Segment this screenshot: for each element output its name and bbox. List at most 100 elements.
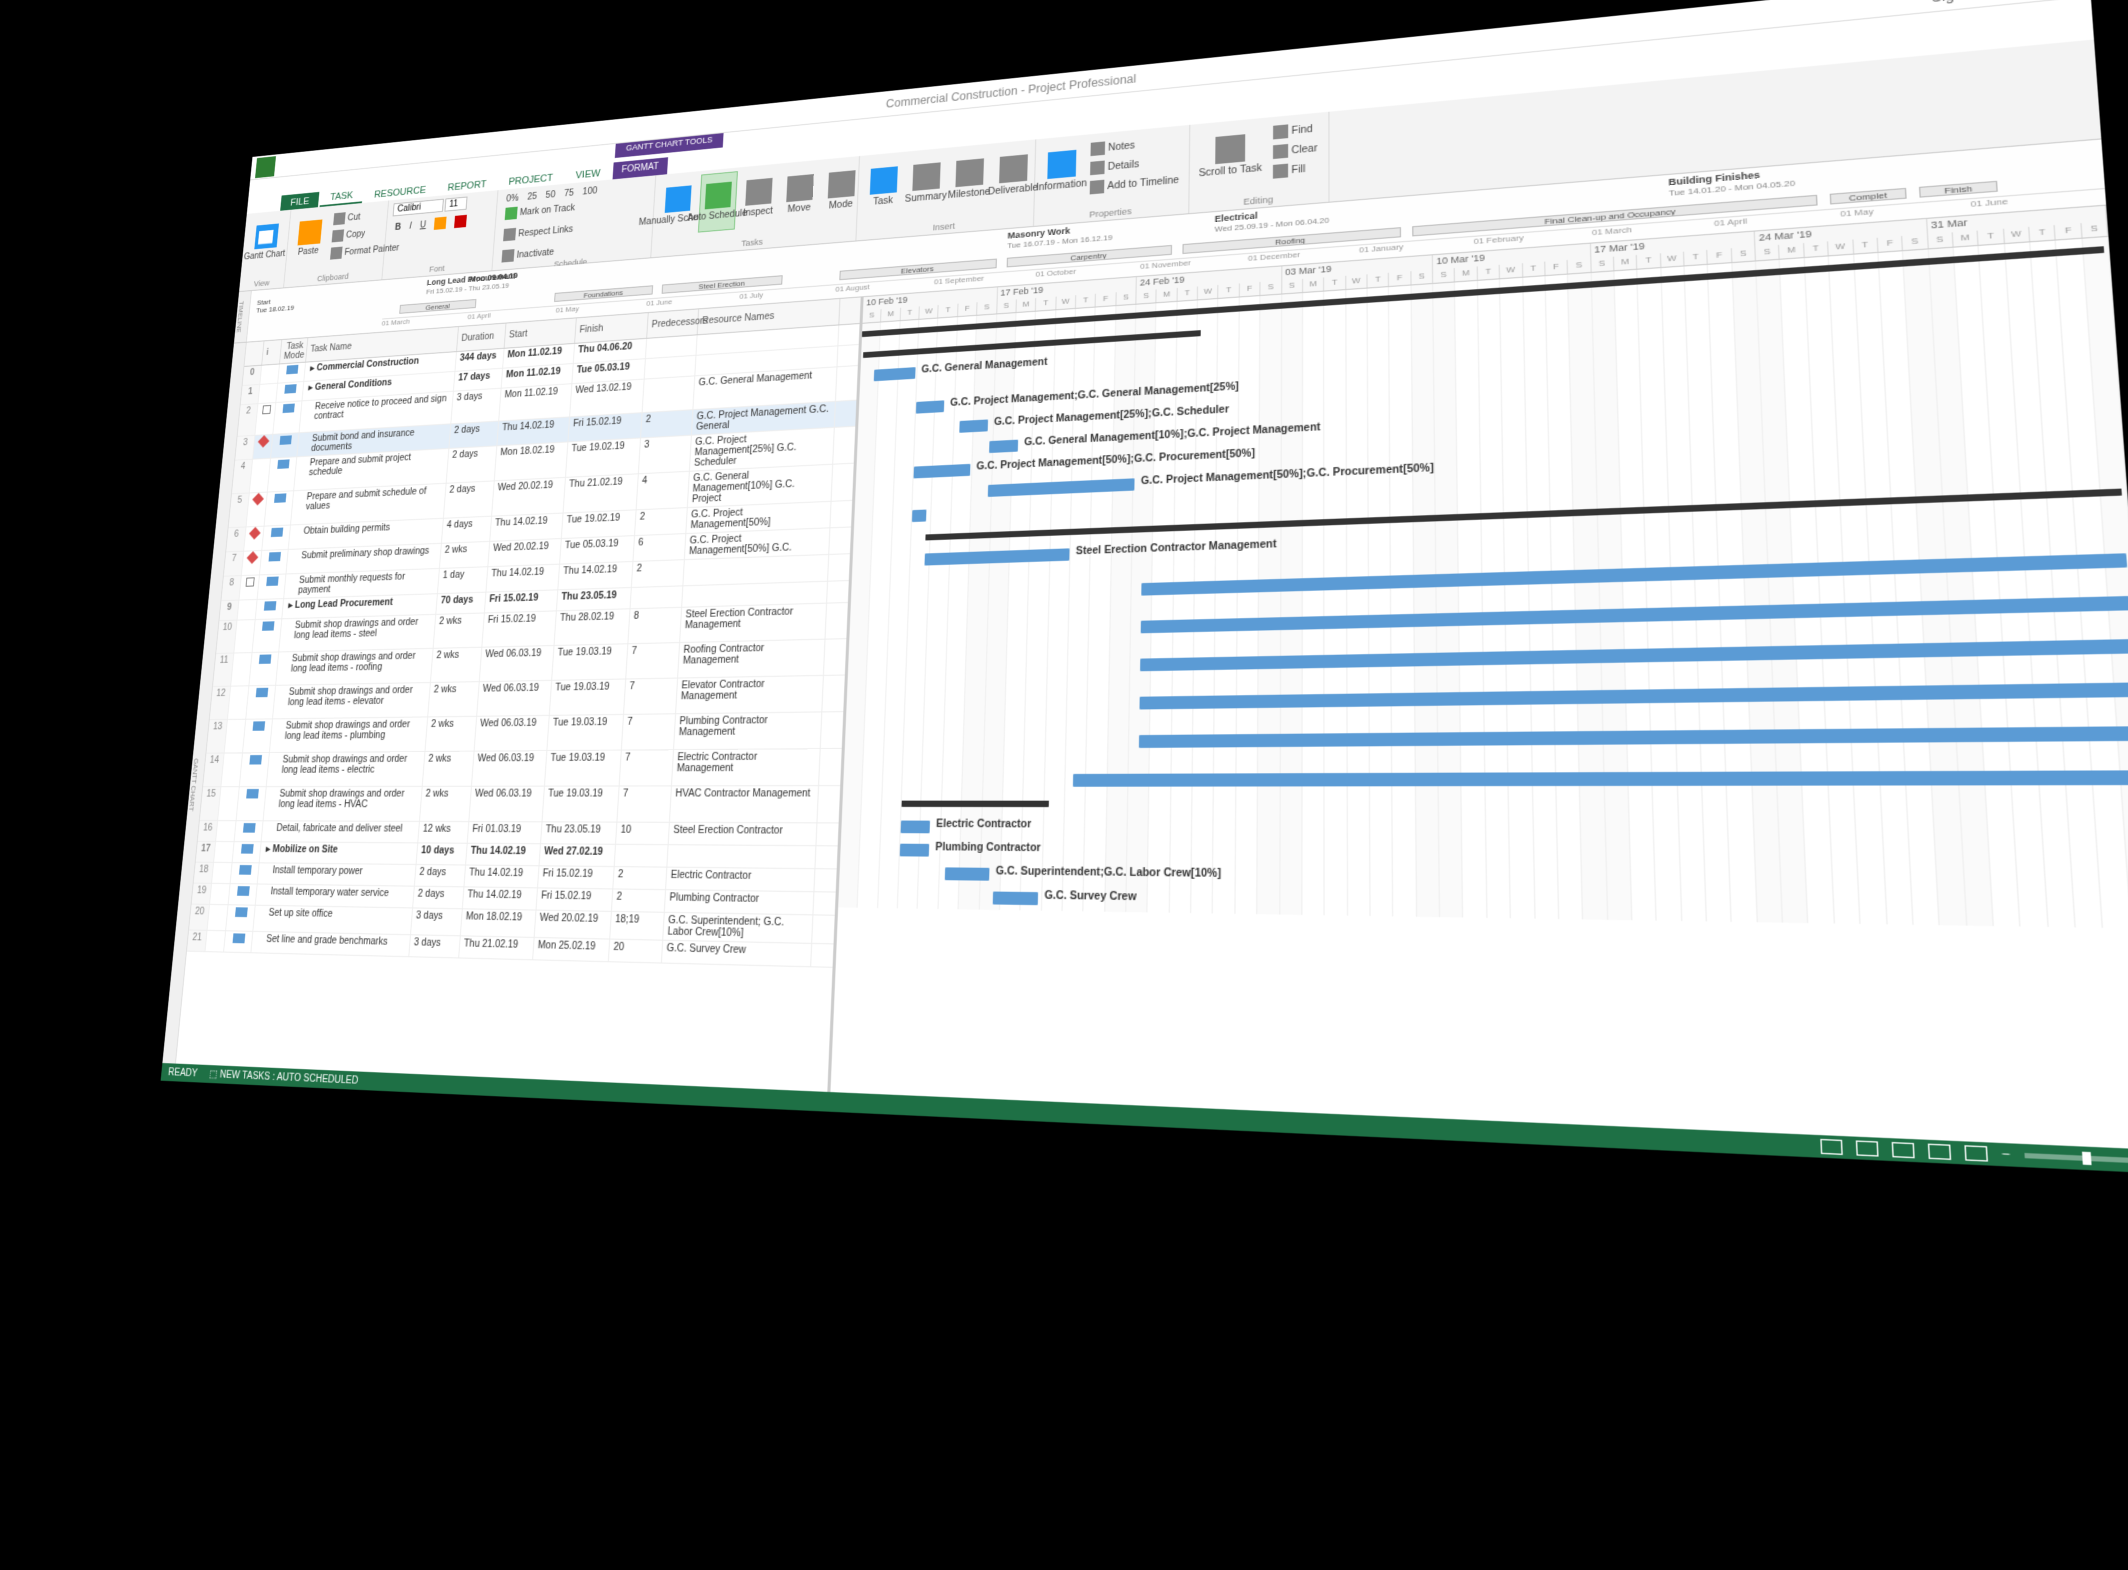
gantt-chart[interactable]: 10 Feb '1917 Feb '1924 Feb '1903 Mar '19… bbox=[830, 206, 2128, 1151]
gantt-row[interactable] bbox=[843, 764, 2128, 792]
check-icon bbox=[505, 207, 518, 220]
status-newtasks[interactable]: ⬚ NEW TASKS : AUTO SCHEDULED bbox=[209, 1069, 359, 1087]
deliverable-button[interactable]: Deliverable bbox=[992, 143, 1034, 207]
manual-icon bbox=[665, 185, 692, 213]
auto-schedule-icon bbox=[282, 404, 294, 414]
task-bar[interactable]: HVAC Contractor Management bbox=[1139, 726, 2128, 748]
table-row[interactable]: 13Submit shop drawings and order long le… bbox=[206, 712, 843, 753]
task-bar[interactable]: G.C. Project Management;G.C. General Man… bbox=[916, 400, 944, 413]
milestone-button[interactable]: Milestone bbox=[949, 147, 991, 211]
task-bar[interactable]: G.C. Superintendent;G.C. Labor Crew[10%] bbox=[945, 867, 990, 880]
bar-label: G.C. Survey Crew bbox=[1044, 890, 1136, 903]
find-button[interactable]: Find bbox=[1269, 119, 1322, 142]
task-button[interactable]: Task bbox=[863, 156, 904, 219]
cut-icon bbox=[333, 212, 346, 225]
task-bar[interactable]: G.C. General Management bbox=[874, 367, 916, 381]
find-icon bbox=[1273, 124, 1288, 139]
view-resource-icon[interactable] bbox=[1928, 1144, 1951, 1160]
zoom-out-button[interactable]: − bbox=[2002, 1147, 2011, 1162]
format-painter-icon bbox=[330, 247, 343, 260]
notes-icon bbox=[1091, 141, 1106, 156]
auto-schedule-icon bbox=[286, 365, 298, 375]
task-bar[interactable]: Electric Contractor bbox=[901, 821, 930, 834]
auto-schedule-icon bbox=[279, 435, 291, 445]
task-bar[interactable]: G.C. General Management[10%];G.C. Projec… bbox=[989, 440, 1018, 453]
clear-button[interactable]: Clear bbox=[1269, 139, 1322, 161]
fill-icon bbox=[1273, 164, 1288, 179]
italic-button[interactable]: I bbox=[405, 219, 415, 233]
move-icon bbox=[786, 174, 814, 202]
auto-schedule-icon bbox=[274, 493, 286, 503]
inspect-button[interactable]: Inspect bbox=[738, 167, 778, 229]
underline-button[interactable]: U bbox=[416, 218, 430, 232]
status-ready: READY bbox=[168, 1067, 198, 1079]
auto-schedule-icon bbox=[266, 577, 278, 587]
copy-icon bbox=[332, 229, 345, 242]
app-window: Commercial Construction - Project Profes… bbox=[161, 0, 2128, 1174]
auto-schedule-icon bbox=[232, 933, 245, 943]
gantt-row[interactable] bbox=[842, 791, 2128, 818]
task-bar[interactable]: G.C. Survey Crew bbox=[993, 892, 1038, 906]
fill-button[interactable]: Fill bbox=[1269, 159, 1322, 181]
task-bar[interactable] bbox=[1073, 770, 2128, 786]
fill-color-button[interactable] bbox=[430, 215, 450, 232]
task-bar[interactable]: G.C. Project Management[25%];G.C. Schedu… bbox=[959, 419, 988, 432]
inactivate-icon bbox=[501, 249, 514, 262]
auto-schedule-icon bbox=[258, 654, 271, 663]
signin-link[interactable]: Sign in bbox=[1931, 0, 1979, 5]
task-bar[interactable]: Steel Erection Contractor Management bbox=[924, 548, 1069, 565]
manually-schedule-button[interactable]: Manually Schedule bbox=[658, 175, 698, 236]
information-button[interactable]: Information bbox=[1041, 139, 1083, 204]
font-size-select[interactable]: 11 bbox=[444, 197, 467, 212]
bold-button[interactable]: B bbox=[391, 220, 405, 234]
bar-label: G.C. Superintendent;G.C. Labor Crew[10%] bbox=[996, 866, 1222, 880]
summary-button[interactable]: Summary bbox=[906, 152, 947, 215]
gantt-chart-button[interactable]: Gantt Chart bbox=[246, 214, 286, 271]
timeline-band[interactable]: Finish bbox=[1919, 181, 1998, 198]
view-report-icon[interactable] bbox=[1965, 1145, 1989, 1161]
view-gantt-icon[interactable] bbox=[1821, 1139, 1844, 1155]
paste-icon bbox=[298, 219, 323, 245]
info-icon bbox=[1047, 150, 1076, 179]
auto-schedule-icon bbox=[249, 755, 262, 764]
auto-schedule-icon bbox=[262, 621, 275, 630]
view-usage-icon[interactable] bbox=[1856, 1140, 1879, 1156]
auto-schedule-icon bbox=[235, 907, 248, 917]
view-board-icon[interactable] bbox=[1892, 1142, 1915, 1158]
deliverable-icon bbox=[999, 154, 1028, 183]
paste-button[interactable]: Paste bbox=[291, 210, 328, 268]
timeline-start: Start Tue 18.02.19 bbox=[256, 296, 295, 315]
font-color-button[interactable] bbox=[451, 213, 471, 230]
summary-icon bbox=[912, 162, 940, 191]
auto-schedule-icon bbox=[237, 886, 250, 896]
inspect-icon bbox=[745, 178, 772, 206]
task-grid[interactable]: i Task Mode Task Name Duration Start Fin… bbox=[176, 297, 864, 1092]
auto-schedule-button[interactable]: Auto Schedule bbox=[698, 171, 738, 232]
font-family-select[interactable]: Calibri bbox=[393, 199, 444, 217]
milestone-icon bbox=[955, 158, 984, 187]
task-bar[interactable] bbox=[912, 510, 927, 523]
auto-icon bbox=[705, 182, 732, 210]
move-button[interactable]: Move bbox=[779, 163, 819, 225]
table-row[interactable]: 14Submit shop drawings and order long le… bbox=[203, 749, 842, 787]
zoom-slider[interactable] bbox=[2025, 1153, 2128, 1163]
task-bar[interactable]: Plumbing Contractor bbox=[900, 844, 929, 857]
task-bar[interactable]: G.C. Project Management[50%];G.C. Procur… bbox=[988, 478, 1135, 497]
table-row[interactable]: 15Submit shop drawings and order long le… bbox=[200, 786, 840, 823]
task-bar[interactable]: G.C. Project Management[50%];G.C. Procur… bbox=[914, 464, 971, 479]
respect-links-button[interactable]: Respect Links bbox=[500, 221, 578, 244]
auto-schedule-icon bbox=[252, 721, 265, 730]
summary-bar[interactable] bbox=[902, 801, 1049, 807]
auto-schedule-icon bbox=[277, 459, 289, 469]
font-color-icon bbox=[454, 215, 467, 228]
scroll-to-task-button[interactable]: Scroll to Task bbox=[1196, 122, 1265, 190]
auto-schedule-icon bbox=[241, 844, 254, 854]
task-icon bbox=[870, 166, 898, 194]
scroll-icon bbox=[1215, 134, 1245, 164]
timeline-icon bbox=[1090, 180, 1105, 195]
mode-button[interactable]: Mode bbox=[821, 160, 862, 223]
bar-label: Electric Contractor bbox=[936, 819, 1031, 831]
auto-schedule-icon bbox=[243, 823, 256, 833]
auto-schedule-icon bbox=[246, 789, 259, 798]
timeline-band[interactable]: Complet bbox=[1830, 188, 1907, 205]
